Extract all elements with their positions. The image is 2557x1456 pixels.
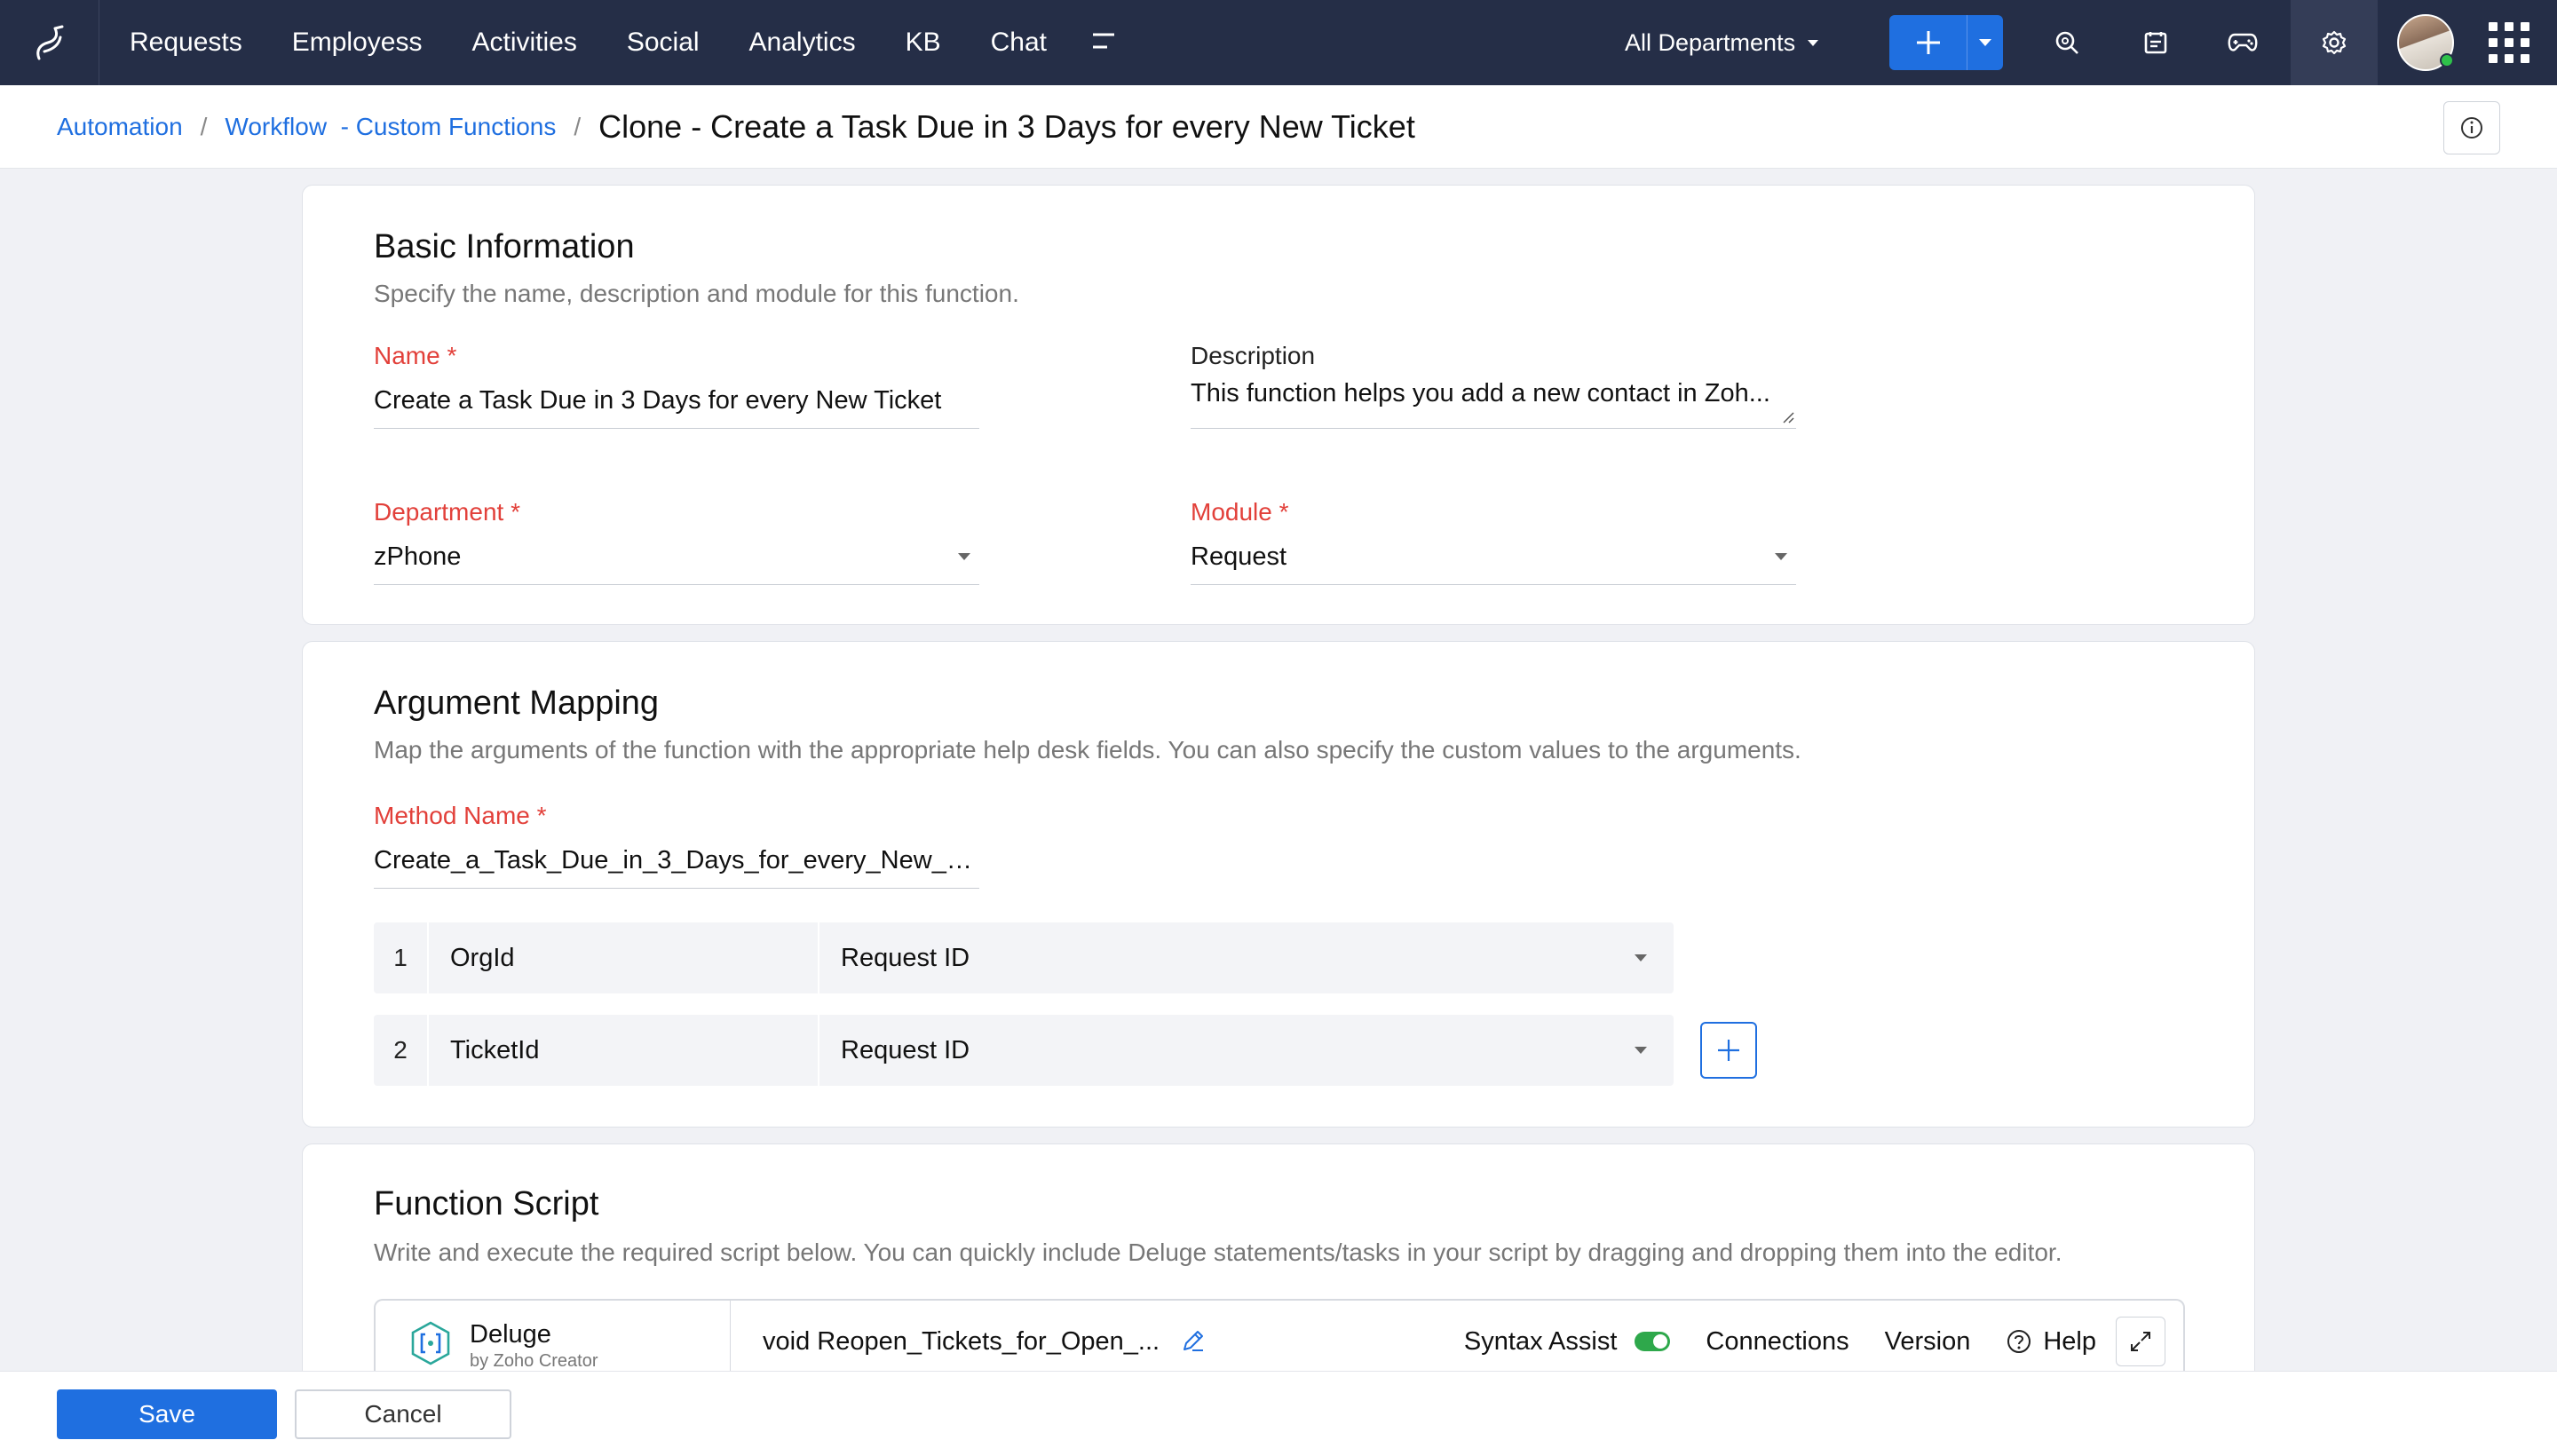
gear-icon[interactable] xyxy=(2291,0,2378,85)
nav-requests[interactable]: Requests xyxy=(130,0,242,85)
section-title: Argument Mapping xyxy=(374,684,660,722)
connections-button[interactable]: Connections xyxy=(1706,1327,1848,1357)
section-subtitle: Map the arguments of the function with t… xyxy=(374,736,1801,764)
department-select-value: zPhone xyxy=(374,542,462,571)
help-button[interactable]: Help xyxy=(2006,1327,2096,1357)
edit-icon[interactable] xyxy=(1180,1327,1207,1358)
argument-value: Request ID xyxy=(841,944,970,972)
chevron-down-icon xyxy=(958,553,970,560)
description-label: Description xyxy=(1191,342,1316,369)
syntax-assist-toggle[interactable]: Syntax Assist xyxy=(1463,1326,1671,1357)
name-label: Name * xyxy=(374,342,457,369)
argument-row: 1 OrgId Request ID xyxy=(374,922,1674,993)
chevron-down-icon xyxy=(1635,1047,1647,1054)
chevron-down-icon xyxy=(1775,553,1787,560)
nav-analytics[interactable]: Analytics xyxy=(749,0,856,85)
argument-name: OrgId xyxy=(429,922,819,993)
name-field[interactable]: Create a Task Due in 3 Days for every Ne… xyxy=(374,386,979,429)
argument-value-select[interactable]: Request ID xyxy=(819,1015,1674,1086)
method-name-field[interactable]: Create_a_Task_Due_in_3_Days_for_every_Ne… xyxy=(374,846,979,889)
gamepad-icon[interactable] xyxy=(2216,16,2269,69)
argument-value: Request ID xyxy=(841,1036,970,1064)
nav-chat[interactable]: Chat xyxy=(991,0,1047,85)
argument-name: TicketId xyxy=(429,1015,819,1086)
section-subtitle: Specify the name, description and module… xyxy=(374,280,1019,307)
argument-mapping-card: Argument Mapping Map the arguments of th… xyxy=(302,641,2255,1128)
argument-index: 1 xyxy=(374,922,429,993)
avatar[interactable] xyxy=(2397,14,2454,71)
nav-social[interactable]: Social xyxy=(627,0,700,85)
function-signature: void Reopen_Tickets_for_Open_... xyxy=(763,1327,1160,1356)
form-footer: Save Cancel xyxy=(0,1371,2557,1456)
desk-logo-icon[interactable] xyxy=(0,0,99,85)
info-icon xyxy=(2461,117,2482,138)
search-icon[interactable] xyxy=(2040,16,2094,69)
deluge-title: Deluge xyxy=(470,1320,551,1349)
breadcrumb-separator: / xyxy=(574,112,582,140)
version-button[interactable]: Version xyxy=(1885,1327,1971,1357)
top-navigation-bar: Requests Employess Activities Social Ana… xyxy=(0,0,2557,85)
argument-index: 2 xyxy=(374,1015,429,1086)
module-select[interactable]: Request xyxy=(1191,542,1796,585)
apps-grid-icon[interactable] xyxy=(2486,20,2532,66)
description-field[interactable]: This function helps you add a new contac… xyxy=(1191,379,1796,429)
toggle-switch[interactable] xyxy=(1635,1332,1671,1351)
breadcrumb-custom-functions[interactable]: Workflow - Custom Functions xyxy=(225,113,556,141)
section-title: Basic Information xyxy=(374,228,635,265)
chevron-down-icon xyxy=(1635,954,1647,961)
nav-activities[interactable]: Activities xyxy=(471,0,576,85)
breadcrumb-separator: / xyxy=(200,112,208,140)
module-label: Module * xyxy=(1191,498,1289,526)
resize-handle-icon[interactable] xyxy=(1782,411,1794,423)
basic-information-card: Basic Information Specify the name, desc… xyxy=(302,185,2255,625)
online-status-dot xyxy=(2440,53,2454,67)
help-icon xyxy=(2007,1330,2031,1353)
add-argument-button[interactable] xyxy=(1700,1022,1757,1079)
module-select-value: Request xyxy=(1191,542,1287,571)
argument-value-select[interactable]: Request ID xyxy=(819,922,1674,993)
department-selector-label: All Departments xyxy=(1625,28,1796,56)
more-menu-icon[interactable] xyxy=(1091,31,1116,55)
breadcrumb-automation[interactable]: Automation xyxy=(57,113,183,141)
main-nav: Requests Employess Activities Social Ana… xyxy=(130,0,1116,85)
save-button[interactable]: Save xyxy=(57,1389,277,1439)
deluge-logo-icon xyxy=(411,1321,450,1365)
info-button[interactable] xyxy=(2443,101,2500,154)
editor-tools: Syntax Assist Connections Version Help xyxy=(1429,1317,2165,1366)
plus-icon xyxy=(1718,1040,1739,1061)
department-selector[interactable]: All Departments xyxy=(1625,0,1819,85)
chevron-down-icon xyxy=(1808,39,1819,46)
page-title: Clone - Create a Task Due in 3 Days for … xyxy=(598,107,1415,145)
notepad-icon[interactable] xyxy=(2129,16,2182,69)
argument-row: 2 TicketId Request ID xyxy=(374,1015,1674,1086)
section-subtitle: Write and execute the required script be… xyxy=(374,1238,2062,1266)
help-label: Help xyxy=(2043,1326,2096,1356)
nav-kb[interactable]: KB xyxy=(906,0,941,85)
plus-icon[interactable] xyxy=(1889,15,1967,70)
quick-add-button[interactable] xyxy=(1889,15,2003,70)
department-label: Department * xyxy=(374,498,520,526)
nav-employess[interactable]: Employess xyxy=(292,0,423,85)
method-name-label: Method Name * xyxy=(374,802,547,829)
department-select[interactable]: zPhone xyxy=(374,542,979,585)
syntax-assist-label: Syntax Assist xyxy=(1463,1326,1618,1356)
breadcrumb: Automation / Workflow - Custom Functions… xyxy=(0,85,2557,169)
section-title: Function Script xyxy=(374,1185,599,1223)
expand-icon[interactable] xyxy=(2116,1317,2165,1366)
deluge-subtitle: by Zoho Creator xyxy=(470,1351,598,1371)
cancel-button[interactable]: Cancel xyxy=(295,1389,511,1439)
chevron-down-icon[interactable] xyxy=(1967,15,2003,70)
